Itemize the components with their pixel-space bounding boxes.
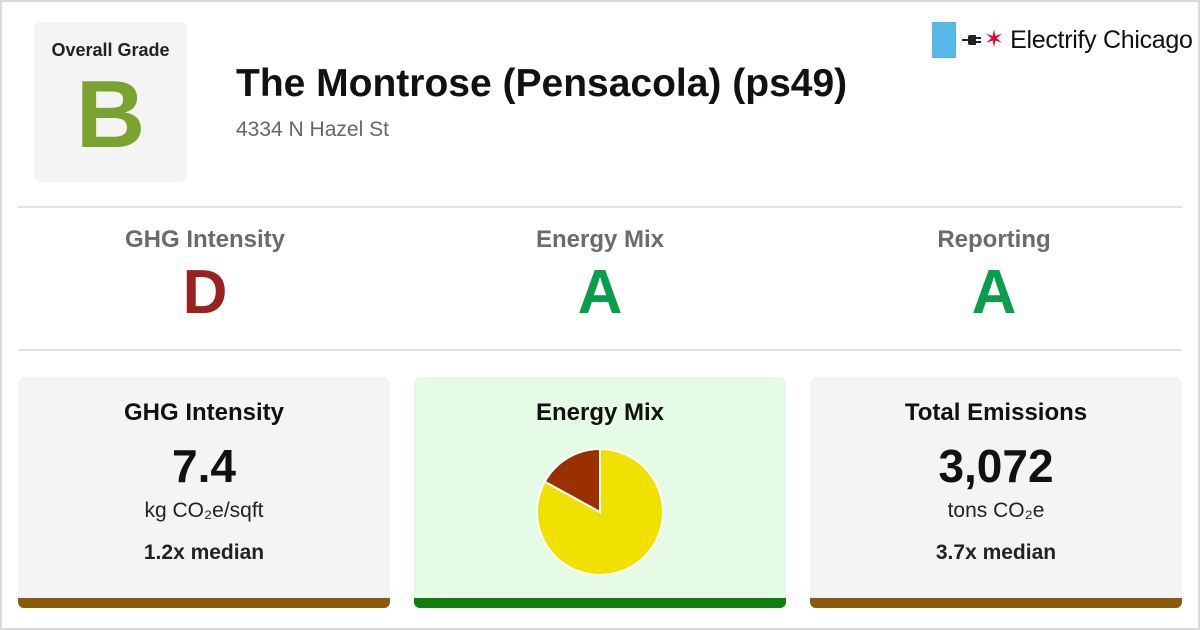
electrify-chicago-logo[interactable]: ✶ Electrify Chicago bbox=[932, 22, 1193, 58]
card-title: Energy Mix bbox=[535, 399, 665, 426]
chicago-flag-icon bbox=[932, 22, 956, 58]
plug-icon bbox=[962, 33, 981, 47]
grade-letter: A bbox=[971, 258, 1017, 327]
card-ghg-intensity: GHG Intensity 7.4 kg CO₂e/sqft 1.2x medi… bbox=[18, 377, 390, 608]
card-title: Total Emissions bbox=[904, 399, 1088, 426]
ghg-intensity-median: 1.2x median bbox=[143, 541, 265, 564]
card-bottom-bar bbox=[810, 598, 1182, 608]
card-bottom-bar bbox=[414, 598, 786, 608]
logo-text: Electrify Chicago bbox=[1010, 25, 1193, 54]
building-address: 4334 N Hazel St bbox=[236, 118, 389, 141]
card-total-emissions: Total Emissions 3,072 tons CO₂e 3.7x med… bbox=[810, 377, 1182, 608]
total-emissions-median: 3.7x median bbox=[935, 541, 1057, 564]
grade-label: Energy Mix bbox=[535, 226, 665, 253]
building-title: The Montrose (Pensacola) (ps49) bbox=[236, 62, 848, 105]
total-emissions-value: 3,072 bbox=[938, 440, 1054, 492]
grade-ghg-intensity: GHG Intensity D bbox=[8, 226, 402, 328]
grade-letter: D bbox=[182, 258, 228, 327]
ghg-intensity-value: 7.4 bbox=[172, 440, 236, 492]
overall-grade-letter: B bbox=[75, 61, 146, 168]
grade-label: Reporting bbox=[937, 226, 1051, 253]
energy-mix-pie-chart bbox=[536, 447, 664, 576]
grade-reporting: Reporting A bbox=[797, 226, 1191, 328]
red-star-icon: ✶ bbox=[984, 26, 1005, 53]
divider bbox=[18, 349, 1182, 351]
card-bottom-bar bbox=[18, 598, 390, 608]
grade-label: GHG Intensity bbox=[124, 226, 286, 253]
grade-letter: A bbox=[577, 258, 623, 327]
overall-grade-label: Overall Grade bbox=[51, 40, 170, 60]
divider bbox=[18, 206, 1182, 208]
card-energy-mix: Energy Mix bbox=[414, 377, 786, 608]
card-title: GHG Intensity bbox=[123, 399, 285, 426]
grade-energy-mix: Energy Mix A bbox=[403, 226, 797, 328]
total-emissions-unit: tons CO₂e bbox=[947, 499, 1045, 522]
overall-grade-box: Overall Grade B bbox=[34, 22, 187, 182]
ghg-intensity-unit: kg CO₂e/sqft bbox=[144, 499, 264, 522]
